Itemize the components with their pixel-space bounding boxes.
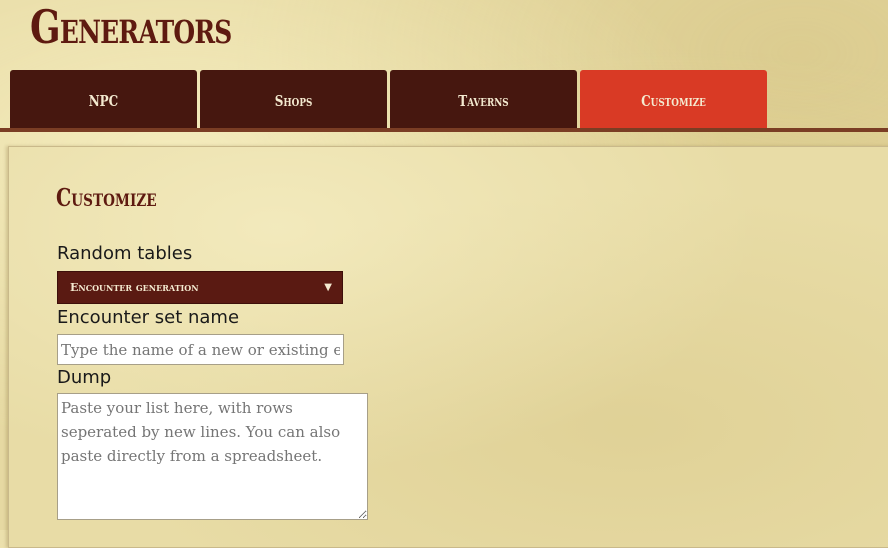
select-value: Encounter generation bbox=[70, 281, 199, 294]
dump-label: Dump bbox=[57, 367, 112, 388]
tab-label: Shops bbox=[274, 91, 313, 110]
triangle-down-icon: ▼ bbox=[324, 282, 332, 293]
tab-label: Customize bbox=[641, 91, 706, 110]
tab-customize[interactable]: Customize bbox=[580, 70, 767, 131]
section-title: Customize bbox=[56, 183, 157, 212]
random-tables-select[interactable]: Encounter generation ▼ bbox=[57, 271, 343, 304]
tab-npc[interactable]: NPC bbox=[10, 70, 197, 131]
tab-bar: NPC Shops Taverns Customize bbox=[10, 70, 767, 132]
tab-label: NPC bbox=[88, 91, 119, 110]
random-tables-label: Random tables bbox=[57, 243, 193, 264]
page-title: Generators bbox=[30, 0, 232, 54]
tab-shops[interactable]: Shops bbox=[200, 70, 387, 131]
encounter-set-input[interactable] bbox=[57, 334, 344, 365]
tab-label: Taverns bbox=[458, 91, 509, 110]
tab-divider bbox=[0, 128, 888, 132]
encounter-set-label: Encounter set name bbox=[57, 307, 240, 328]
dump-textarea[interactable] bbox=[57, 393, 368, 520]
tab-taverns[interactable]: Taverns bbox=[390, 70, 577, 131]
